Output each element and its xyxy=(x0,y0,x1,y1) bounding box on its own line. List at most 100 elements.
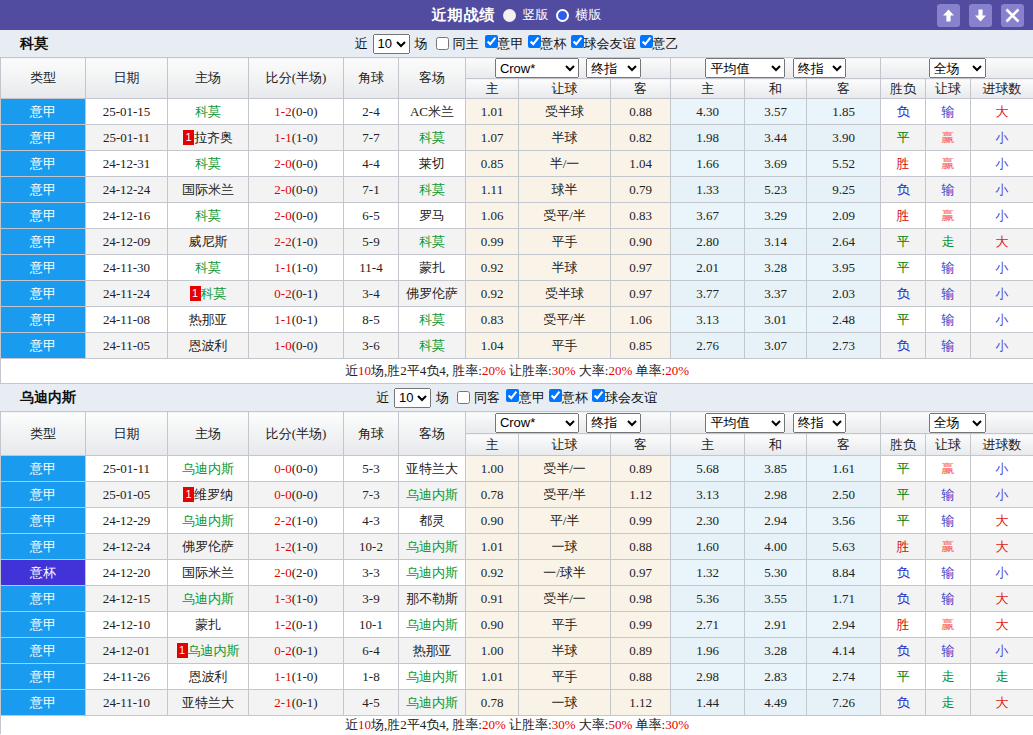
away-team-cell: 科莫 xyxy=(399,333,466,359)
odds-time-select[interactable]: 终指 xyxy=(586,413,641,433)
team-section: 科莫 近 10 场 同主 意甲意杯球会友谊意乙 类型 日期 xyxy=(0,30,1033,384)
rank-badge: 1 xyxy=(190,286,201,301)
subcol-header: 让球 xyxy=(519,79,611,99)
match-row: 意甲 24-11-10 亚特兰大 2-1(0-1) 4-5 乌迪内斯 0.78 … xyxy=(1,690,1033,716)
league-checkbox[interactable] xyxy=(571,35,584,48)
match-row: 意甲 24-11-05 恩波利 1-0(0-0) 3-6 科莫 1.04 平手 … xyxy=(1,333,1033,359)
vertical-layout-radio[interactable] xyxy=(503,9,516,22)
results-table: 类型 日期 主场 比分(半场) 角球 客场 Crow* 终指 平均值 终指 xyxy=(0,411,1033,734)
average-time-select[interactable]: 终指 xyxy=(793,58,846,78)
avg-away-cell: 7.26 xyxy=(807,690,881,716)
recent-results-panel: 近期战绩 竖版 横版 科莫 近 10 场 同 xyxy=(0,0,1033,735)
league-checkbox[interactable] xyxy=(592,389,605,402)
match-row: 意甲 24-11-26 恩波利 1-1(1-0) 1-8 乌迪内斯 1.01 平… xyxy=(1,664,1033,690)
league-checkbox[interactable] xyxy=(506,389,519,402)
date-cell: 25-01-15 xyxy=(86,99,168,125)
league-checkbox[interactable] xyxy=(640,35,653,48)
avg-away-cell: 3.90 xyxy=(807,125,881,151)
odds-time-select[interactable]: 终指 xyxy=(586,58,641,78)
league-checkbox[interactable] xyxy=(485,35,498,48)
league-checkbox-label: 球会友谊 xyxy=(605,390,657,405)
date-cell: 24-11-05 xyxy=(86,333,168,359)
home-team-cell: 恩波利 xyxy=(168,333,249,359)
league-type-cell: 意甲 xyxy=(1,125,86,151)
result-cell: 平 xyxy=(881,508,926,534)
goals-cell: 大 xyxy=(971,508,1033,534)
avg-home-cell: 2.71 xyxy=(671,612,745,638)
average-time-select[interactable]: 终指 xyxy=(793,413,846,433)
subcol-header: 进球数 xyxy=(971,79,1033,99)
odds-source-select[interactable]: Crow* xyxy=(495,58,579,78)
average-select[interactable]: 平均值 xyxy=(705,413,785,433)
corner-cell: 3-4 xyxy=(344,281,399,307)
handicap-result-cell: 输 xyxy=(926,255,971,281)
same-venue-checkbox[interactable] xyxy=(436,37,449,50)
score-cell: 1-2(1-0) xyxy=(249,534,344,560)
handicap-result-cell: 输 xyxy=(926,482,971,508)
league-type-cell: 意甲 xyxy=(1,690,86,716)
score-cell: 2-0(0-0) xyxy=(249,177,344,203)
horizontal-layout-radio[interactable] xyxy=(556,9,569,22)
scope-select[interactable]: 全场 xyxy=(929,413,986,433)
avg-home-cell: 2.01 xyxy=(671,255,745,281)
handicap-odds-cell: 平手 xyxy=(519,664,611,690)
recent-count-select[interactable]: 10 xyxy=(394,388,431,408)
col-header: 比分(半场) xyxy=(249,58,344,99)
avg-away-cell: 1.61 xyxy=(807,456,881,482)
goals-cell: 大 xyxy=(971,690,1033,716)
avg-away-cell: 2.73 xyxy=(807,333,881,359)
home-team-cell: 乌迪内斯 xyxy=(168,508,249,534)
league-type-cell: 意杯 xyxy=(1,560,86,586)
league-checkbox[interactable] xyxy=(528,35,541,48)
away-odds-cell: 0.89 xyxy=(611,456,671,482)
away-odds-cell: 0.98 xyxy=(611,586,671,612)
home-team-cell: 佛罗伦萨 xyxy=(168,534,249,560)
goals-cell: 小 xyxy=(971,125,1033,151)
league-checkbox-label: 意甲 xyxy=(498,36,524,51)
handicap-result-cell: 走 xyxy=(926,664,971,690)
close-button[interactable] xyxy=(1001,4,1024,27)
team-header-row: 科莫 近 10 场 同主 意甲意杯球会友谊意乙 xyxy=(0,30,1033,57)
away-odds-cell: 1.12 xyxy=(611,690,671,716)
team-section: 乌迪内斯 近 10 场 同客 意甲意杯球会友谊 类型 日期 xyxy=(0,384,1033,734)
league-checkbox-label: 意杯 xyxy=(541,36,567,51)
result-cell: 胜 xyxy=(881,151,926,177)
avg-away-cell: 3.56 xyxy=(807,508,881,534)
col-header: 角球 xyxy=(344,58,399,99)
league-type-cell: 意甲 xyxy=(1,99,86,125)
league-type-cell: 意甲 xyxy=(1,255,86,281)
scope-select[interactable]: 全场 xyxy=(929,58,986,78)
avg-draw-cell: 4.00 xyxy=(745,534,807,560)
away-team-cell: 莱切 xyxy=(399,151,466,177)
handicap-result-cell: 输 xyxy=(926,307,971,333)
avg-draw-cell: 4.49 xyxy=(745,690,807,716)
home-odds-cell: 0.92 xyxy=(466,281,519,307)
handicap-odds-cell: 平手 xyxy=(519,333,611,359)
same-venue-checkbox[interactable] xyxy=(457,391,470,404)
average-select[interactable]: 平均值 xyxy=(705,58,785,78)
corner-cell: 3-6 xyxy=(344,333,399,359)
score-cell: 1-1(1-0) xyxy=(249,664,344,690)
league-type-cell: 意甲 xyxy=(1,229,86,255)
match-row: 意甲 24-12-01 1乌迪内斯 0-2(0-1) 6-4 热那亚 1.00 … xyxy=(1,638,1033,664)
avg-draw-cell: 3.44 xyxy=(745,125,807,151)
away-odds-cell: 0.89 xyxy=(611,638,671,664)
home-team-cell: 乌迪内斯 xyxy=(168,586,249,612)
result-cell: 平 xyxy=(881,255,926,281)
filter-bar: 近 10 场 同客 意甲意杯球会友谊 xyxy=(376,388,657,408)
games-label: 场 xyxy=(415,35,428,53)
result-cell: 负 xyxy=(881,638,926,664)
avg-away-cell: 2.50 xyxy=(807,482,881,508)
move-up-button[interactable] xyxy=(937,4,960,27)
score-cell: 1-1(1-0) xyxy=(249,125,344,151)
avg-home-cell: 1.96 xyxy=(671,638,745,664)
recent-count-select[interactable]: 10 xyxy=(373,34,410,54)
home-team-cell: 科莫 xyxy=(168,99,249,125)
avg-draw-cell: 3.29 xyxy=(745,203,807,229)
move-down-button[interactable] xyxy=(969,4,992,27)
result-cell: 负 xyxy=(881,690,926,716)
avg-away-cell: 1.85 xyxy=(807,99,881,125)
league-checkbox[interactable] xyxy=(549,389,562,402)
odds-source-select[interactable]: Crow* xyxy=(495,413,579,433)
date-cell: 24-12-15 xyxy=(86,586,168,612)
